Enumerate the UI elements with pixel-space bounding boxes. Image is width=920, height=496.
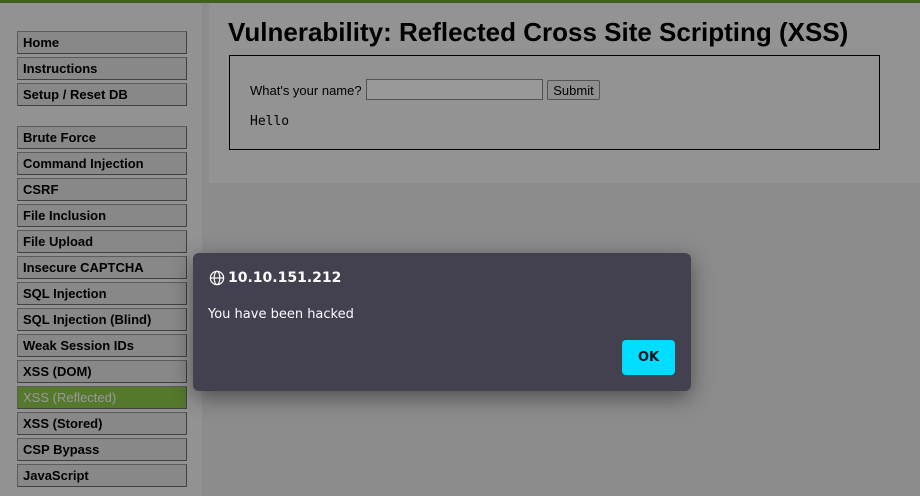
ok-button[interactable]: OK — [622, 340, 675, 375]
dialog-origin: 10.10.151.212 — [228, 270, 342, 286]
globe-icon — [209, 270, 225, 286]
alert-dialog: 10.10.151.212 You have been hacked OK — [193, 253, 691, 391]
modal-overlay — [0, 0, 920, 496]
dialog-message: You have been hacked — [208, 307, 354, 322]
